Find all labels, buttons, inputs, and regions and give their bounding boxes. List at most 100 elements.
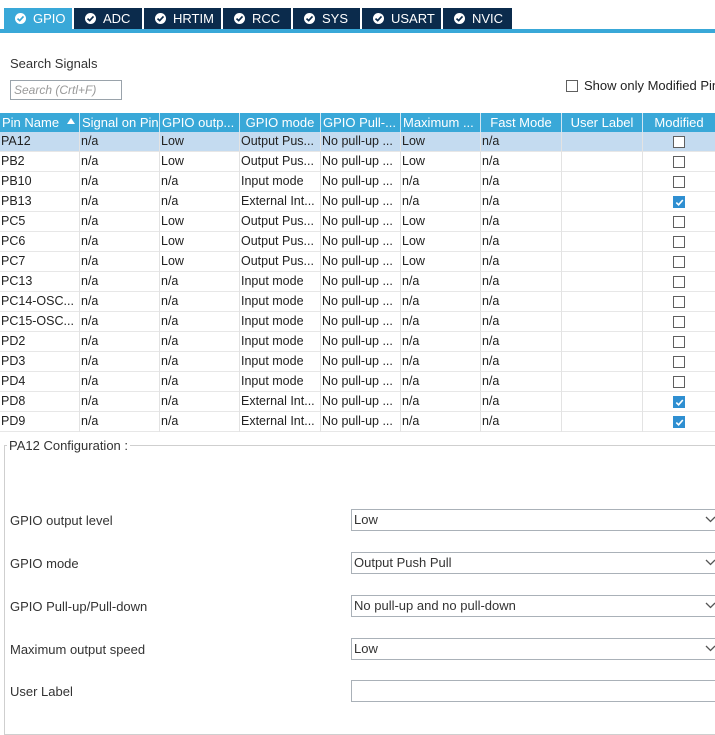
cell-speed: Low (401, 152, 481, 172)
cell-label (562, 252, 643, 272)
cell-mode: External Int... (240, 392, 321, 412)
cell-speed: Low (401, 132, 481, 152)
user-label-label: User Label (10, 684, 73, 699)
column-header-fast-mode[interactable]: Fast Mode (481, 113, 562, 132)
gpio-pull-select[interactable]: No pull-up and no pull-down (351, 595, 715, 617)
column-header-gpio-mode[interactable]: GPIO mode (240, 113, 321, 132)
gpio-output-level-select[interactable]: Low (351, 509, 715, 531)
max-output-speed-value: Low (354, 641, 378, 656)
cell-mode: Input mode (240, 312, 321, 332)
table-row[interactable]: PD4 n/a n/a Input mode No pull-up ... n/a n/a (0, 372, 715, 392)
table-row[interactable]: PB13 n/a n/a External Int... No pull-up ... n… (0, 192, 715, 212)
check-circle-icon (454, 13, 465, 24)
cell-output: n/a (160, 272, 240, 292)
column-header-user-label[interactable]: User Label (562, 113, 643, 132)
table-row[interactable]: PC7 n/a Low Output Pus... No pull-up ... Low n… (0, 252, 715, 272)
cell-fast: n/a (481, 292, 562, 312)
tab-rcc[interactable]: RCC (223, 8, 291, 29)
modified-checkbox[interactable] (673, 296, 685, 308)
modified-checkbox[interactable] (673, 356, 685, 368)
modified-checkbox[interactable] (673, 216, 685, 228)
tab-usart[interactable]: USART (362, 8, 441, 29)
check-circle-icon (234, 13, 245, 24)
column-header-signal[interactable]: Signal on Pin (80, 113, 160, 132)
check-circle-icon (85, 13, 96, 24)
modified-checkbox[interactable] (673, 136, 685, 148)
cell-label (562, 372, 643, 392)
tab-label: USART (391, 11, 435, 26)
tab-label: ADC (103, 11, 131, 26)
table-row[interactable]: PC6 n/a Low Output Pus... No pull-up ... Low n… (0, 232, 715, 252)
tab-bar: GPIO ADC HRTIM RCC SYS USART NVIC (0, 0, 715, 33)
tab-nvic[interactable]: NVIC (443, 8, 512, 29)
chevron-down-icon (705, 602, 715, 609)
cell-signal: n/a (80, 192, 160, 212)
cell-label (562, 292, 643, 312)
cell-fast: n/a (481, 172, 562, 192)
table-row[interactable]: PB10 n/a n/a Input mode No pull-up ... n/a n/a (0, 172, 715, 192)
cell-output: n/a (160, 332, 240, 352)
table-row[interactable]: PA12 n/a Low Output Pus... No pull-up ... Low… (0, 132, 715, 152)
modified-checkbox[interactable] (673, 236, 685, 248)
cell-fast: n/a (481, 152, 562, 172)
cell-pin: PC5 (0, 212, 80, 232)
cell-signal: n/a (80, 172, 160, 192)
modified-checkbox[interactable] (673, 316, 685, 328)
modified-checkbox[interactable] (673, 156, 685, 168)
cell-modified (643, 192, 715, 212)
modified-checkbox[interactable] (673, 256, 685, 268)
table-row[interactable]: PD3 n/a n/a Input mode No pull-up ... n/a n/a (0, 352, 715, 372)
gpio-mode-select[interactable]: Output Push Pull (351, 552, 715, 574)
checkmark-icon (675, 399, 684, 406)
cell-output: n/a (160, 412, 240, 432)
table-row[interactable]: PC13 n/a n/a Input mode No pull-up ... n/a n/a (0, 272, 715, 292)
gpio-output-level-label: GPIO output level (10, 513, 113, 528)
cell-mode: Output Pus... (240, 212, 321, 232)
modified-checkbox[interactable] (673, 416, 685, 428)
show-modified-toggle[interactable]: Show only Modified Pins (566, 78, 715, 93)
column-header-max-speed[interactable]: Maximum ... (401, 113, 481, 132)
cell-modified (643, 152, 715, 172)
search-input[interactable] (10, 80, 122, 100)
modified-checkbox[interactable] (673, 276, 685, 288)
tab-hrtim[interactable]: HRTIM (144, 8, 221, 29)
cell-speed: n/a (401, 352, 481, 372)
table-row[interactable]: PD2 n/a n/a Input mode No pull-up ... n/a n/a (0, 332, 715, 352)
cell-output: Low (160, 152, 240, 172)
table-row[interactable]: PC5 n/a Low Output Pus... No pull-up ... Low n… (0, 212, 715, 232)
column-header-modified[interactable]: Modified (643, 113, 715, 132)
gpio-pull-label: GPIO Pull-up/Pull-down (10, 599, 148, 614)
table-row[interactable]: PC15-OSC... n/a n/a Input mode No pull-up ..… (0, 312, 715, 332)
modified-checkbox[interactable] (673, 336, 685, 348)
column-header-gpio-pull[interactable]: GPIO Pull-... (321, 113, 401, 132)
table-row[interactable]: PD9 n/a n/a External Int... No pull-up ... n/… (0, 412, 715, 432)
cell-pull: No pull-up ... (321, 152, 401, 172)
cell-label (562, 132, 643, 152)
modified-checkbox[interactable] (673, 176, 685, 188)
cell-speed: n/a (401, 372, 481, 392)
checkmark-icon (675, 199, 684, 206)
user-label-input[interactable] (351, 680, 715, 702)
cell-pull: No pull-up ... (321, 232, 401, 252)
column-header-gpio-output[interactable]: GPIO outp... (160, 113, 240, 132)
max-output-speed-select[interactable]: Low (351, 638, 715, 660)
modified-checkbox[interactable] (673, 376, 685, 388)
modified-checkbox[interactable] (673, 196, 685, 208)
cell-pin: PB10 (0, 172, 80, 192)
tab-adc[interactable]: ADC (74, 8, 142, 29)
cell-label (562, 312, 643, 332)
table-row[interactable]: PB2 n/a Low Output Pus... No pull-up ... Low n… (0, 152, 715, 172)
cell-speed: n/a (401, 272, 481, 292)
tab-sys[interactable]: SYS (293, 8, 360, 29)
tab-gpio[interactable]: GPIO (4, 8, 72, 29)
column-header-pin-name[interactable]: Pin Name (0, 113, 80, 132)
show-modified-checkbox[interactable] (566, 79, 578, 92)
modified-checkbox[interactable] (673, 396, 685, 408)
table-row[interactable]: PD8 n/a n/a External Int... No pull-up ... n/… (0, 392, 715, 412)
sort-ascending-icon (67, 118, 75, 124)
cell-pin: PA12 (0, 132, 80, 152)
cell-pull: No pull-up ... (321, 352, 401, 372)
cell-pin: PC15-OSC... (0, 312, 80, 332)
table-row[interactable]: PC14-OSC... n/a n/a Input mode No pull-up ..… (0, 292, 715, 312)
cell-modified (643, 272, 715, 292)
